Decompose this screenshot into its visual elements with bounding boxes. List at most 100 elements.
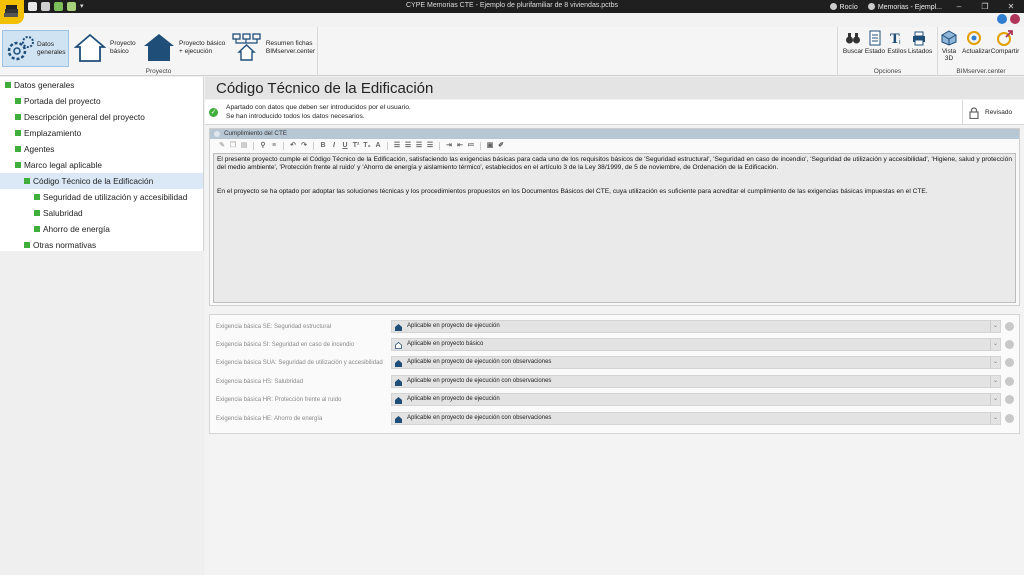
ribbon-group-proyecto: Datos generales Proyecto básico Proyecto… bbox=[0, 27, 318, 76]
justify-icon[interactable]: ☰ bbox=[426, 142, 434, 150]
proyecto-basico-button[interactable]: Proyecto básico bbox=[74, 30, 140, 67]
minimize-button[interactable]: – bbox=[946, 0, 972, 13]
italic-icon[interactable]: I bbox=[330, 142, 338, 150]
find-icon[interactable]: ⚲ bbox=[259, 142, 267, 150]
edit-icon[interactable] bbox=[1005, 395, 1014, 404]
status-square-icon bbox=[15, 162, 21, 168]
print-icon[interactable] bbox=[41, 2, 50, 11]
chevron-down-icon[interactable]: ⌄ bbox=[990, 339, 1000, 350]
underline-icon[interactable]: U bbox=[341, 142, 349, 150]
chevron-down-icon[interactable]: ⌄ bbox=[990, 413, 1000, 424]
sidebar-item-salubridad[interactable]: Salubridad bbox=[0, 205, 203, 221]
exigencia-row: Exigencia básica SE: Seguridad estructur… bbox=[210, 320, 1021, 334]
user-account[interactable]: Rocío bbox=[829, 2, 858, 11]
subscript-icon[interactable]: T₂ bbox=[363, 142, 371, 150]
exigencia-select[interactable]: Aplicable en proyecto de ejecución ⌄ bbox=[391, 320, 1001, 333]
exigencia-select[interactable]: Aplicable en proyecto de ejecución con o… bbox=[391, 412, 1001, 425]
editor-toolbar: ✎ ❐ ▤ ⚲ ≡ ↶ ↷ B I U T² T₂ A ☰ ☰ ☰ ☰ ⇥ ⇤ … bbox=[210, 139, 1019, 152]
list-icon[interactable]: ≔ bbox=[467, 142, 475, 150]
exigencia-select[interactable]: Aplicable en proyecto básico ⌄ bbox=[391, 338, 1001, 351]
sidebar-item-seguridad-utilizacion[interactable]: Seguridad de utilización y accesibilidad bbox=[0, 189, 203, 205]
compartir-button[interactable]: Compartir bbox=[990, 30, 1020, 55]
estado-button[interactable]: Estado bbox=[864, 30, 886, 55]
house-solid-icon bbox=[395, 397, 402, 404]
font-color-icon[interactable]: A bbox=[374, 142, 382, 150]
spellcheck-icon[interactable]: ≡ bbox=[270, 142, 278, 150]
actualizar-button[interactable]: Actualizar bbox=[962, 30, 991, 55]
panel-header[interactable]: Cumplimiento del CTE bbox=[210, 129, 1019, 139]
edit-icon[interactable] bbox=[1005, 414, 1014, 423]
help-icon[interactable] bbox=[1010, 14, 1020, 24]
exigencia-select[interactable]: Aplicable en proyecto de ejecución con o… bbox=[391, 375, 1001, 388]
app-logo[interactable] bbox=[0, 0, 24, 24]
maximize-button[interactable]: ❐ bbox=[972, 0, 998, 13]
gears-icon bbox=[7, 36, 34, 61]
share-icon bbox=[997, 30, 1013, 46]
info-line-1: Apartado con datos que deben ser introdu… bbox=[226, 104, 411, 111]
estilos-button[interactable]: Ti Estilos bbox=[886, 30, 908, 55]
sidebar-item-portada[interactable]: Portada del proyecto bbox=[0, 93, 203, 109]
edit-icon[interactable] bbox=[1005, 322, 1014, 331]
paste-icon[interactable]: ▤ bbox=[240, 142, 248, 150]
indent-icon[interactable]: ⇥ bbox=[445, 142, 453, 150]
sidebar-item-datos-generales[interactable]: Datos generales bbox=[0, 77, 203, 93]
edit-icon[interactable] bbox=[1005, 377, 1014, 386]
sidebar-item-cte[interactable]: Código Técnico de la Edificación bbox=[0, 173, 203, 189]
house-solid-icon bbox=[395, 379, 402, 386]
editor-paragraph: El presente proyecto cumple el Código Té… bbox=[217, 156, 1012, 171]
edit-icon[interactable] bbox=[1005, 340, 1014, 349]
exigencia-row: Exigencia básica SI: Seguridad en caso d… bbox=[210, 338, 1021, 352]
sidebar-item-ahorro-energia[interactable]: Ahorro de energía bbox=[0, 221, 203, 237]
bold-icon[interactable]: B bbox=[319, 142, 327, 150]
outdent-icon[interactable]: ⇤ bbox=[456, 142, 464, 150]
sidebar-item-emplazamiento[interactable]: Emplazamiento bbox=[0, 125, 203, 141]
superscript-icon[interactable]: T² bbox=[352, 142, 360, 150]
collapse-icon bbox=[214, 131, 220, 137]
exigencia-select[interactable]: Aplicable en proyecto de ejecución con o… bbox=[391, 356, 1001, 369]
redo-icon[interactable]: ↷ bbox=[300, 142, 308, 150]
close-button[interactable]: ✕ bbox=[998, 0, 1024, 13]
brush-icon[interactable]: ✎ bbox=[218, 142, 226, 150]
copy-icon[interactable]: ❐ bbox=[229, 142, 237, 150]
edit-icon[interactable] bbox=[1005, 358, 1014, 367]
cube-3d-icon bbox=[941, 30, 957, 46]
document-tab[interactable]: Memorias - Ejempl... bbox=[867, 2, 942, 11]
printer-list-icon bbox=[911, 30, 927, 46]
exigencia-select[interactable]: Aplicable en proyecto de ejecución ⌄ bbox=[391, 393, 1001, 406]
exigencias-panel: Exigencia básica SE: Seguridad estructur… bbox=[209, 314, 1020, 434]
text-editor[interactable]: El presente proyecto cumple el Código Té… bbox=[213, 153, 1016, 303]
chevron-down-icon[interactable]: ⌄ bbox=[990, 357, 1000, 368]
dropdown-icon[interactable]: ▾ bbox=[80, 2, 89, 11]
house-outline-icon bbox=[74, 33, 106, 62]
buscar-button[interactable]: Buscar bbox=[842, 30, 864, 55]
undo-icon[interactable]: ↶ bbox=[289, 142, 297, 150]
chevron-down-icon[interactable]: ⌄ bbox=[990, 376, 1000, 387]
datos-generales-button[interactable]: Datos generales bbox=[2, 30, 69, 67]
align-right-icon[interactable]: ☰ bbox=[415, 142, 423, 150]
chevron-down-icon[interactable]: ⌄ bbox=[990, 394, 1000, 405]
insert-image-icon[interactable]: ▣ bbox=[486, 142, 494, 150]
vista-3d-button[interactable]: Vista 3D bbox=[938, 30, 960, 62]
listados-button[interactable]: Listados bbox=[908, 30, 932, 55]
resumen-fichas-button[interactable]: Resumen fichas BIMserver.center bbox=[231, 30, 315, 67]
revisado-button[interactable]: Revisado bbox=[962, 100, 1024, 125]
check-list-icon[interactable] bbox=[67, 2, 76, 11]
house-outline-icon bbox=[395, 342, 402, 349]
chevron-down-icon[interactable]: ⌄ bbox=[990, 321, 1000, 332]
text-style-icon: Ti bbox=[889, 30, 905, 47]
globe-icon[interactable] bbox=[997, 14, 1007, 24]
save-icon[interactable] bbox=[28, 2, 37, 11]
proyecto-basico-ejecucion-button[interactable]: Proyecto básico + ejecución bbox=[143, 30, 227, 67]
align-center-icon[interactable]: ☰ bbox=[404, 142, 412, 150]
title-bar: ▾ CYPE Memorias CTE - Ejemplo de plurifa… bbox=[0, 0, 1024, 13]
sidebar-item-agentes[interactable]: Agentes bbox=[0, 141, 203, 157]
user-icon bbox=[829, 2, 837, 10]
sidebar-item-descripcion-general[interactable]: Descripción general del proyecto bbox=[0, 109, 203, 125]
format-painter-icon[interactable]: ✐ bbox=[497, 142, 505, 150]
check-icon[interactable] bbox=[54, 2, 63, 11]
book-stack-icon bbox=[4, 5, 18, 17]
sidebar-item-marco-legal[interactable]: Marco legal aplicable bbox=[0, 157, 203, 173]
align-left-icon[interactable]: ☰ bbox=[393, 142, 401, 150]
info-line-2: Se han introducido todos los datos neces… bbox=[226, 113, 365, 120]
refresh-icon bbox=[966, 30, 982, 46]
